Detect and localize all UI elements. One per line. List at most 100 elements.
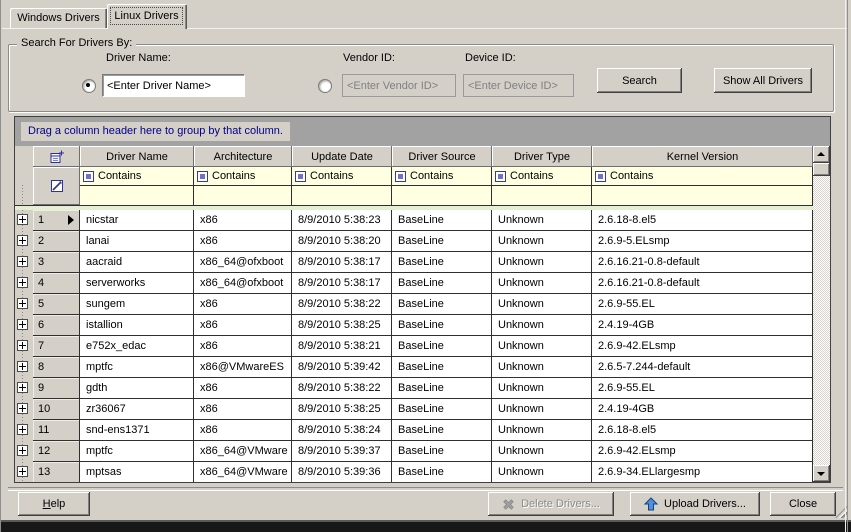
column-header-architecture[interactable]: Architecture bbox=[194, 146, 292, 167]
column-header-driver-name[interactable]: Driver Name bbox=[80, 146, 194, 167]
filter-input-driver-source[interactable] bbox=[392, 186, 492, 205]
row-number-cell[interactable]: 2 bbox=[33, 231, 80, 252]
filter-input-architecture[interactable] bbox=[194, 186, 292, 205]
row-number-cell[interactable]: 12 bbox=[33, 441, 80, 462]
driver-row[interactable]: 1 nicstar x86 8/9/2010 5:38:23 BaseLine … bbox=[15, 210, 813, 231]
column-header-driver-source[interactable]: Driver Source bbox=[392, 146, 492, 167]
expand-row-button[interactable] bbox=[17, 445, 28, 456]
expand-row-button[interactable] bbox=[17, 298, 28, 309]
cell-driver-name: nicstar bbox=[80, 210, 194, 231]
row-number-cell[interactable]: 7 bbox=[33, 336, 80, 357]
filter-input-driver-type[interactable] bbox=[492, 186, 592, 205]
expand-row-button[interactable] bbox=[17, 382, 28, 393]
cell-driver-source: BaseLine bbox=[392, 399, 492, 420]
row-number-cell[interactable]: 1 bbox=[33, 210, 80, 231]
driver-row[interactable]: 13 mptsas x86_64@VMware 8/9/2010 5:39:36… bbox=[15, 462, 813, 482]
cell-driver-type: Unknown bbox=[492, 462, 592, 482]
row-number-cell[interactable]: 11 bbox=[33, 420, 80, 441]
cell-driver-name: aacraid bbox=[80, 252, 194, 273]
driver-row[interactable]: 8 mptfc x86@VMwareES 8/9/2010 5:39:42 Ba… bbox=[15, 357, 813, 378]
footer-separator bbox=[8, 487, 843, 491]
field-chooser-button[interactable] bbox=[33, 146, 80, 167]
delete-drivers-button[interactable]: Delete Drivers... bbox=[488, 492, 614, 516]
vendor-device-radio[interactable] bbox=[318, 79, 332, 93]
driver-row[interactable]: 7 e752x_edac x86 8/9/2010 5:38:21 BaseLi… bbox=[15, 336, 813, 357]
group-by-band[interactable]: Drag a column header here to group by th… bbox=[15, 117, 830, 146]
filter-cell-kernel-version[interactable]: Contains bbox=[592, 167, 813, 186]
help-button[interactable]: Help bbox=[18, 492, 90, 516]
tab-windows-drivers-label: Windows Drivers bbox=[17, 12, 100, 24]
filter-input-update-date[interactable] bbox=[292, 186, 392, 205]
upload-drivers-button[interactable]: Upload Drivers... bbox=[630, 492, 760, 516]
window-left-edge bbox=[0, 0, 1, 532]
vertical-scrollbar[interactable] bbox=[813, 146, 830, 482]
row-number-cell[interactable]: 13 bbox=[33, 462, 80, 482]
driver-row[interactable]: 9 gdth x86 8/9/2010 5:38:22 BaseLine Unk… bbox=[15, 378, 813, 399]
driver-row[interactable]: 11 snd-ens1371 x86 8/9/2010 5:38:24 Base… bbox=[15, 420, 813, 441]
expand-row-button[interactable] bbox=[17, 424, 28, 435]
driver-name-input[interactable] bbox=[102, 74, 245, 97]
cell-update-date: 8/9/2010 5:39:42 bbox=[292, 357, 392, 378]
scroll-up-button[interactable] bbox=[813, 146, 830, 163]
filter-edit-button[interactable] bbox=[33, 167, 80, 205]
column-header-kernel-version[interactable]: Kernel Version bbox=[592, 146, 813, 167]
drivers-grid: Drag a column header here to group by th… bbox=[14, 116, 831, 483]
filter-cell-driver-type[interactable]: Contains bbox=[492, 167, 592, 186]
cell-driver-type: Unknown bbox=[492, 441, 592, 462]
vendor-id-input[interactable] bbox=[342, 74, 456, 97]
cell-driver-type: Unknown bbox=[492, 399, 592, 420]
filter-cell-update-date[interactable]: Contains bbox=[292, 167, 392, 186]
search-button[interactable]: Search bbox=[597, 68, 682, 93]
filter-cell-driver-name[interactable]: Contains bbox=[80, 167, 194, 186]
tab-windows-drivers[interactable]: Windows Drivers bbox=[10, 8, 107, 28]
column-header-update-date[interactable]: Update Date bbox=[292, 146, 392, 167]
cell-architecture: x86_64@VMware bbox=[194, 462, 292, 482]
driver-row[interactable]: 3 aacraid x86_64@ofxboot 8/9/2010 5:38:1… bbox=[15, 252, 813, 273]
driver-row[interactable]: 4 serverworks x86_64@ofxboot 8/9/2010 5:… bbox=[15, 273, 813, 294]
expand-row-button[interactable] bbox=[17, 403, 28, 414]
row-number-cell[interactable]: 8 bbox=[33, 357, 80, 378]
row-number-cell[interactable]: 6 bbox=[33, 315, 80, 336]
row-tree-cell bbox=[15, 420, 33, 441]
cell-architecture: x86_64@ofxboot bbox=[194, 273, 292, 294]
filter-cell-architecture[interactable]: Contains bbox=[194, 167, 292, 186]
row-number-cell[interactable]: 5 bbox=[33, 294, 80, 315]
cell-driver-name: mptsas bbox=[80, 462, 194, 482]
driver-row[interactable]: 12 mptfc x86_64@VMware 8/9/2010 5:39:37 … bbox=[15, 441, 813, 462]
cell-kernel-version: 2.6.16.21-0.8-default bbox=[592, 273, 813, 294]
scroll-down-button[interactable] bbox=[813, 465, 830, 482]
row-number-cell[interactable]: 10 bbox=[33, 399, 80, 420]
driver-row[interactable]: 2 lanai x86 8/9/2010 5:38:20 BaseLine Un… bbox=[15, 231, 813, 252]
driver-row[interactable]: 10 zr36067 x86 8/9/2010 5:38:25 BaseLine… bbox=[15, 399, 813, 420]
expand-row-button[interactable] bbox=[17, 466, 28, 477]
cell-driver-type: Unknown bbox=[492, 294, 592, 315]
scrollbar-thumb[interactable] bbox=[813, 163, 830, 176]
filter-input-driver-name[interactable] bbox=[80, 186, 194, 205]
cell-driver-type: Unknown bbox=[492, 273, 592, 294]
close-button[interactable]: Close bbox=[770, 492, 836, 516]
filter-input-kernel-version[interactable] bbox=[592, 186, 813, 205]
driver-name-radio[interactable] bbox=[82, 79, 96, 93]
expand-row-button[interactable] bbox=[17, 235, 28, 246]
expand-row-button[interactable] bbox=[17, 319, 28, 330]
cell-driver-source: BaseLine bbox=[392, 210, 492, 231]
expand-row-button[interactable] bbox=[17, 214, 28, 225]
row-number-cell[interactable]: 3 bbox=[33, 252, 80, 273]
row-number-cell[interactable]: 9 bbox=[33, 378, 80, 399]
cell-driver-type: Unknown bbox=[492, 252, 592, 273]
column-header-driver-type[interactable]: Driver Type bbox=[492, 146, 592, 167]
expand-row-button[interactable] bbox=[17, 256, 28, 267]
expand-row-button[interactable] bbox=[17, 361, 28, 372]
show-all-drivers-button[interactable]: Show All Drivers bbox=[714, 68, 812, 93]
driver-row[interactable]: 6 istallion x86 8/9/2010 5:38:25 BaseLin… bbox=[15, 315, 813, 336]
expand-row-button[interactable] bbox=[17, 277, 28, 288]
row-number-cell[interactable]: 4 bbox=[33, 273, 80, 294]
driver-row[interactable]: 5 sungem x86 8/9/2010 5:38:22 BaseLine U… bbox=[15, 294, 813, 315]
cell-architecture: x86 bbox=[194, 378, 292, 399]
cell-update-date: 8/9/2010 5:38:21 bbox=[292, 336, 392, 357]
device-id-input[interactable] bbox=[463, 74, 574, 97]
tab-linux-drivers[interactable]: Linux Drivers bbox=[107, 4, 187, 29]
filter-cell-driver-source[interactable]: Contains bbox=[392, 167, 492, 186]
expand-row-button[interactable] bbox=[17, 340, 28, 351]
driver-name-label: Driver Name: bbox=[106, 52, 171, 64]
